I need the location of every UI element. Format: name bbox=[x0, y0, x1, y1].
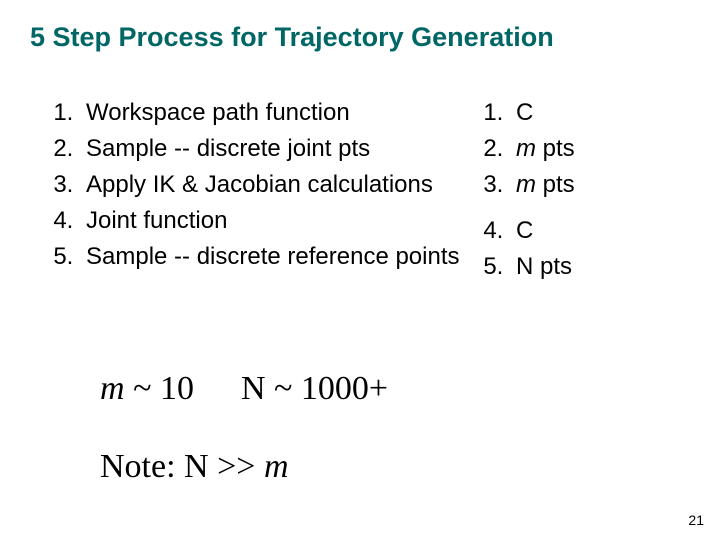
outputs-list-bottom: C N pts bbox=[470, 214, 680, 286]
output-1-text: C bbox=[516, 99, 533, 126]
step-1: Workspace path function bbox=[80, 96, 460, 132]
step-5: Sample -- discrete reference points bbox=[80, 240, 460, 276]
output-4: C bbox=[510, 214, 680, 250]
approximations: m ~ 10 N ~ 1000+ bbox=[100, 370, 388, 408]
output-5-text: N pts bbox=[516, 253, 572, 280]
left-column: Workspace path function Sample -- discre… bbox=[40, 96, 460, 286]
output-3-post: pts bbox=[536, 171, 575, 198]
slide: 5 Step Process for Trajectory Generation… bbox=[0, 0, 720, 540]
output-2-m: m bbox=[516, 135, 536, 162]
output-3: m pts bbox=[510, 168, 680, 204]
output-4-text: C bbox=[516, 217, 533, 244]
page-number: 21 bbox=[688, 512, 704, 528]
approx-n-var: N bbox=[241, 370, 266, 407]
note-prefix: Note: N >> bbox=[100, 448, 264, 485]
output-1: C bbox=[510, 96, 680, 132]
step-3: Apply IK & Jacobian calculations bbox=[80, 168, 460, 204]
output-2-post: pts bbox=[536, 135, 575, 162]
output-3-m: m bbox=[516, 171, 536, 198]
approx-m-var: m bbox=[100, 370, 125, 407]
note-line: Note: N >> m bbox=[100, 448, 289, 486]
steps-list: Workspace path function Sample -- discre… bbox=[40, 96, 460, 276]
outputs-list-top: C m pts m pts bbox=[470, 96, 680, 204]
approx-n-rel: ~ 1000+ bbox=[266, 370, 389, 407]
slide-body: Workspace path function Sample -- discre… bbox=[40, 96, 690, 286]
step-2: Sample -- discrete joint pts bbox=[80, 132, 460, 168]
right-column: C m pts m pts C N pts bbox=[460, 96, 680, 286]
output-2: m pts bbox=[510, 132, 680, 168]
note-m: m bbox=[264, 448, 289, 485]
approx-m-rel: ~ 10 bbox=[125, 370, 194, 407]
output-5: N pts bbox=[510, 250, 680, 286]
list-gap bbox=[470, 204, 680, 214]
slide-title: 5 Step Process for Trajectory Generation bbox=[30, 22, 690, 53]
step-4: Joint function bbox=[80, 204, 460, 240]
